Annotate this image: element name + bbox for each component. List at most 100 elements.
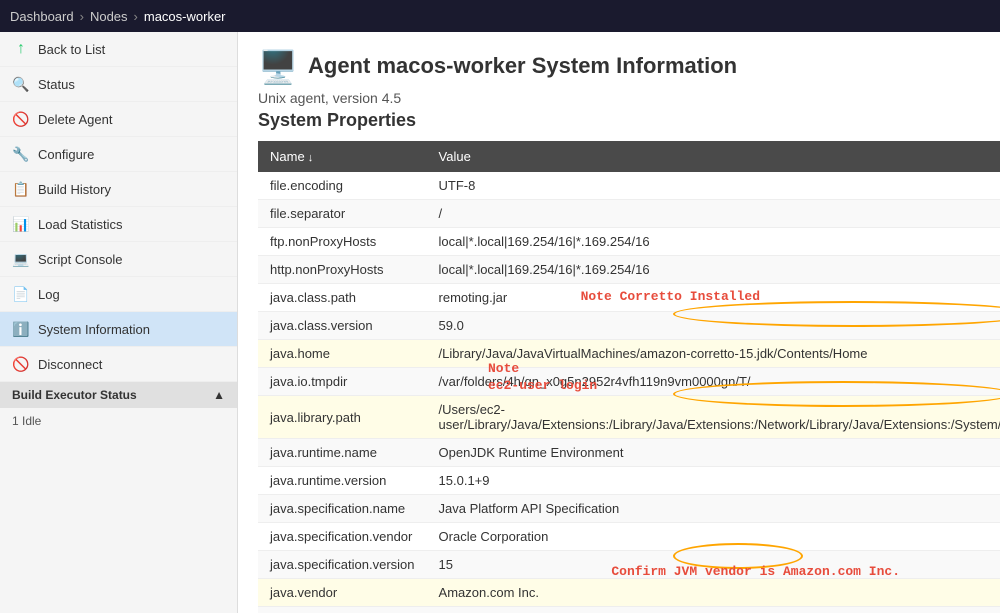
breadcrumb-sep-1: › (80, 9, 84, 24)
prop-value: / (427, 200, 1000, 228)
sidebar-item-script-console[interactable]: 💻 Script Console (0, 242, 237, 277)
prop-value: local|*.local|169.254/16|*.169.254/16 (427, 256, 1000, 284)
build-executor-item: 1 Idle (12, 414, 41, 428)
sidebar-item-log[interactable]: 📄 Log (0, 277, 237, 312)
sidebar-label-configure: Configure (38, 147, 94, 162)
breadcrumb-nodes[interactable]: Nodes (90, 9, 128, 24)
prop-name: java.io.tmpdir (258, 368, 427, 396)
prop-value: 59.0 (427, 312, 1000, 340)
breadcrumb: Dashboard › Nodes › macos-worker (0, 0, 1000, 32)
sidebar-label-build-history: Build History (38, 182, 111, 197)
prop-name: file.encoding (258, 172, 427, 200)
prop-name: java.vendor (258, 579, 427, 607)
prop-value: Oracle Corporation (427, 523, 1000, 551)
sidebar-label-load-statistics: Load Statistics (38, 217, 123, 232)
sidebar-icon-load-statistics: 📊 (12, 215, 30, 233)
section-title: System Properties (258, 110, 980, 131)
sidebar: ↑ Back to List 🔍 Status 🚫 Delete Agent 🔧… (0, 32, 238, 613)
prop-name: java.specification.vendor (258, 523, 427, 551)
prop-value: 15.0.1+9 (427, 467, 1000, 495)
sidebar-icon-status: 🔍 (12, 75, 30, 93)
system-properties-container: Name Value file.encoding UTF-8 file.sepa… (258, 141, 980, 613)
build-executor-label: Build Executor Status (12, 388, 137, 402)
prop-value: remoting.jar (427, 284, 1000, 312)
sidebar-label-script-console: Script Console (38, 252, 123, 267)
sidebar-label-back-to-list: Back to List (38, 42, 105, 57)
prop-name: java.class.version (258, 312, 427, 340)
prop-name: ftp.nonProxyHosts (258, 228, 427, 256)
main-content: 🖥️ Agent macos-worker System Information… (238, 32, 1000, 613)
sidebar-item-build-history[interactable]: 📋 Build History (0, 172, 237, 207)
breadcrumb-sep-2: › (134, 9, 138, 24)
prop-name: java.runtime.version (258, 467, 427, 495)
agent-icon: 🖥️ (258, 48, 298, 84)
col-value: Value (427, 141, 1000, 172)
sidebar-label-delete-agent: Delete Agent (38, 112, 112, 127)
sidebar-icon-log: 📄 (12, 285, 30, 303)
table-row: java.runtime.version 15.0.1+9 (258, 467, 1000, 495)
breadcrumb-current: macos-worker (144, 9, 226, 24)
page-subtitle: Unix agent, version 4.5 (258, 90, 980, 106)
page-header: 🖥️ Agent macos-worker System Information (258, 48, 980, 84)
table-row: file.encoding UTF-8 (258, 172, 1000, 200)
sidebar-item-status[interactable]: 🔍 Status (0, 67, 237, 102)
table-row: java.class.path remoting.jar (258, 284, 1000, 312)
table-row: java.home /Library/Java/JavaVirtualMachi… (258, 340, 1000, 368)
table-row: java.runtime.name OpenJDK Runtime Enviro… (258, 439, 1000, 467)
sidebar-icon-build-history: 📋 (12, 180, 30, 198)
sidebar-item-configure[interactable]: 🔧 Configure (0, 137, 237, 172)
sidebar-item-load-statistics[interactable]: 📊 Load Statistics (0, 207, 237, 242)
table-row: java.library.path /Users/ec2-user/Librar… (258, 396, 1000, 439)
breadcrumb-dashboard[interactable]: Dashboard (10, 9, 74, 24)
prop-name: java.specification.version (258, 551, 427, 579)
prop-name: java.home (258, 340, 427, 368)
sidebar-item-system-information[interactable]: ℹ️ System Information (0, 312, 237, 347)
table-row: java.vendor.url https://aws.amazon.com/c… (258, 607, 1000, 613)
build-executor-section[interactable]: Build Executor Status ▲ (0, 382, 237, 408)
prop-name: java.runtime.name (258, 439, 427, 467)
chevron-up-icon: ▲ (213, 388, 225, 402)
table-row: java.io.tmpdir /var/folders/4h/qn_x0g5n2… (258, 368, 1000, 396)
prop-value: local|*.local|169.254/16|*.169.254/16 (427, 228, 1000, 256)
prop-value: OpenJDK Runtime Environment (427, 439, 1000, 467)
sidebar-label-status: Status (38, 77, 75, 92)
sidebar-icon-configure: 🔧 (12, 145, 30, 163)
table-row: http.nonProxyHosts local|*.local|169.254… (258, 256, 1000, 284)
prop-value: Amazon.com Inc. (427, 579, 1000, 607)
prop-value: https://aws.amazon.com/corretto/ (427, 607, 1000, 613)
sidebar-item-back-to-list[interactable]: ↑ Back to List (0, 32, 237, 67)
prop-name: http.nonProxyHosts (258, 256, 427, 284)
sidebar-item-delete-agent[interactable]: 🚫 Delete Agent (0, 102, 237, 137)
table-row: file.separator / (258, 200, 1000, 228)
prop-value: /Users/ec2-user/Library/Java/Extensions:… (427, 396, 1000, 439)
sidebar-icon-delete-agent: 🚫 (12, 110, 30, 128)
build-executor-content: 1 Idle (0, 408, 237, 434)
sidebar-label-log: Log (38, 287, 60, 302)
table-row: java.specification.version 15 (258, 551, 1000, 579)
prop-value: Java Platform API Specification (427, 495, 1000, 523)
table-row: ftp.nonProxyHosts local|*.local|169.254/… (258, 228, 1000, 256)
prop-name: java.library.path (258, 396, 427, 439)
sidebar-icon-script-console: 💻 (12, 250, 30, 268)
prop-value: /var/folders/4h/qn_x0g5n2952r4vfh119n9vm… (427, 368, 1000, 396)
col-name[interactable]: Name (258, 141, 427, 172)
prop-name: java.vendor.url (258, 607, 427, 613)
sidebar-icon-disconnect: 🚫 (12, 355, 30, 373)
sidebar-icon-system-information: ℹ️ (12, 320, 30, 338)
prop-name: file.separator (258, 200, 427, 228)
table-row: java.vendor Amazon.com Inc. (258, 579, 1000, 607)
sidebar-item-disconnect[interactable]: 🚫 Disconnect (0, 347, 237, 382)
sidebar-label-system-information: System Information (38, 322, 150, 337)
page-title: Agent macos-worker System Information (308, 53, 737, 79)
prop-value: 15 (427, 551, 1000, 579)
table-row: java.specification.vendor Oracle Corpora… (258, 523, 1000, 551)
prop-name: java.class.path (258, 284, 427, 312)
table-row: java.specification.name Java Platform AP… (258, 495, 1000, 523)
prop-name: java.specification.name (258, 495, 427, 523)
sidebar-icon-back-to-list: ↑ (12, 40, 30, 58)
prop-value: UTF-8 (427, 172, 1000, 200)
sidebar-label-disconnect: Disconnect (38, 357, 102, 372)
table-row: java.class.version 59.0 (258, 312, 1000, 340)
system-properties-table: Name Value file.encoding UTF-8 file.sepa… (258, 141, 1000, 613)
prop-value: /Library/Java/JavaVirtualMachines/amazon… (427, 340, 1000, 368)
